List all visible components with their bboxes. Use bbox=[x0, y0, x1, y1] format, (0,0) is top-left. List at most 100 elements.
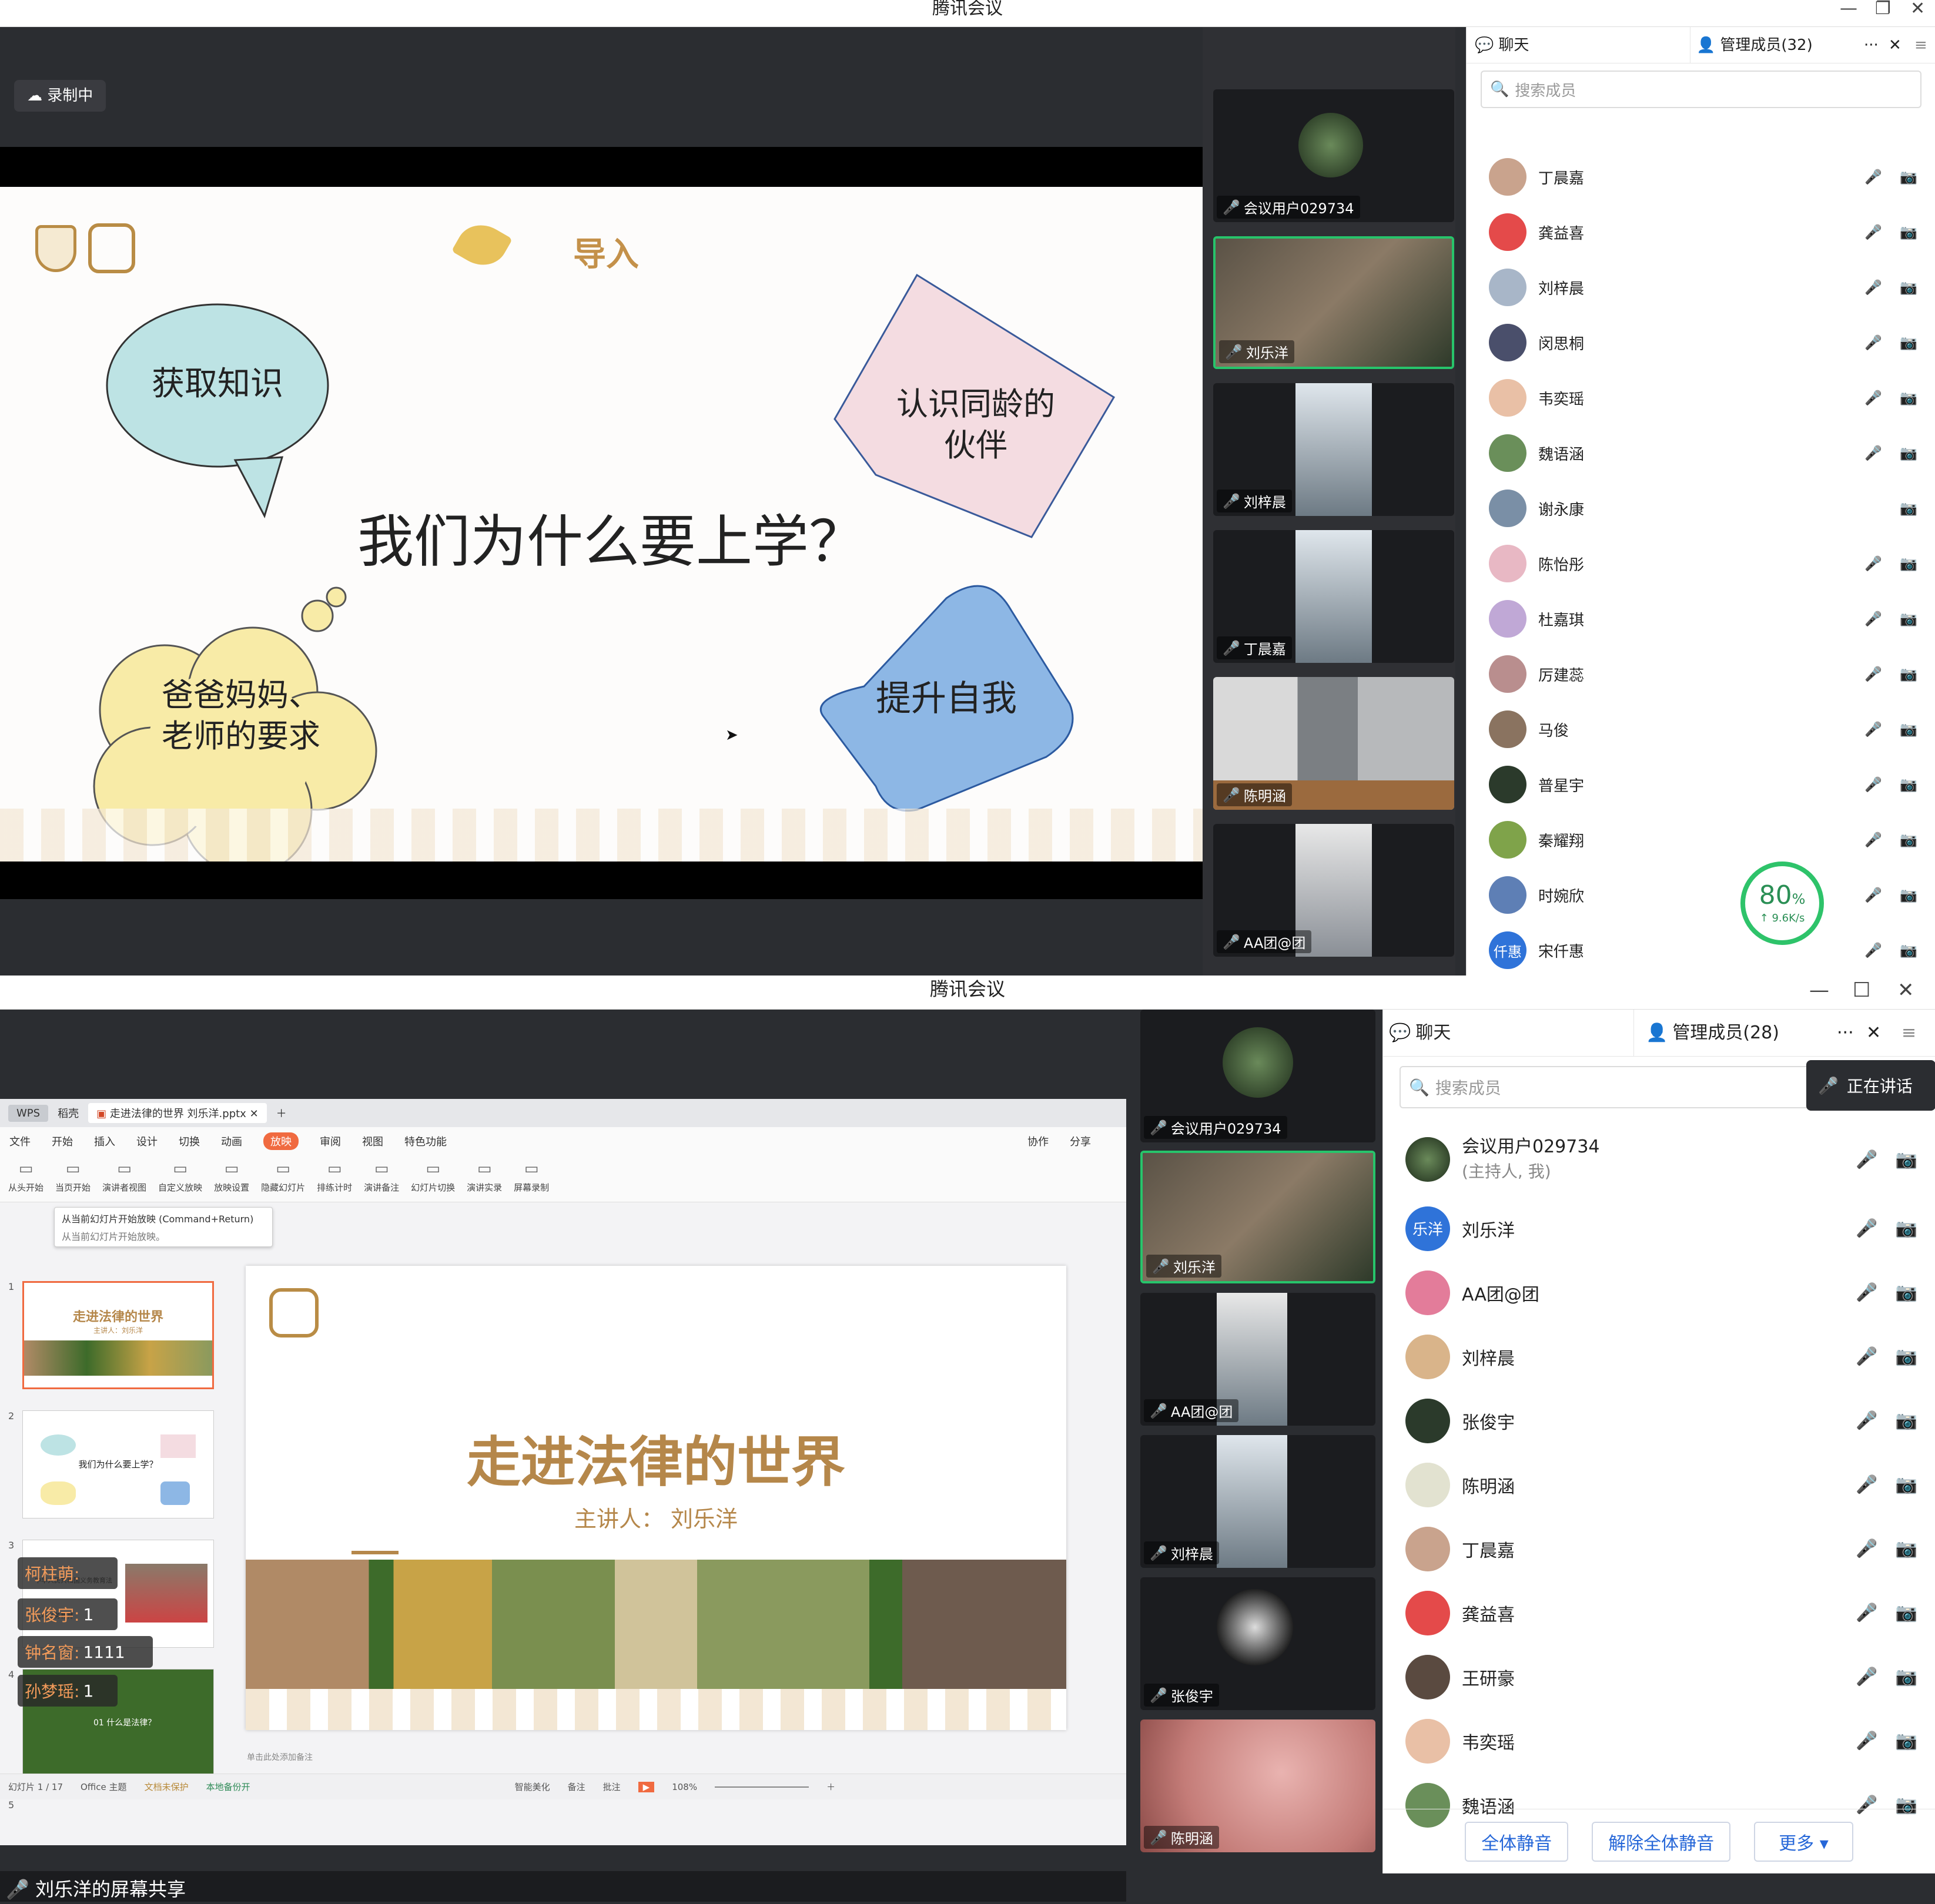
status-protect[interactable]: 文档未保护 bbox=[145, 1781, 189, 1793]
camera-off-icon[interactable]: 📷 bbox=[1900, 832, 1917, 848]
member-row[interactable]: 丁晨嘉 🎤 📷 bbox=[1383, 1517, 1935, 1581]
tab-chat[interactable]: 💬 聊天 bbox=[1475, 27, 1529, 63]
camera-off-icon[interactable]: 📷 bbox=[1900, 721, 1917, 738]
camera-off-icon[interactable]: 📷 bbox=[1900, 776, 1917, 793]
unmute-all-button[interactable]: 解除全体静音 bbox=[1592, 1821, 1731, 1862]
camera-icon[interactable]: 📷 bbox=[1900, 169, 1917, 185]
member-row[interactable]: 谢永康 📷 bbox=[1467, 481, 1935, 536]
video-tile[interactable]: 🎤 AA团@团 bbox=[1140, 1293, 1375, 1426]
camera-icon[interactable]: 📷 bbox=[1896, 1603, 1917, 1623]
camera-off-icon[interactable]: 📷 bbox=[1896, 1149, 1917, 1170]
more-button[interactable]: ··· bbox=[1864, 27, 1879, 63]
member-row[interactable]: 普星宇 🎤 📷 bbox=[1467, 757, 1935, 812]
comment-button[interactable]: 批注 bbox=[603, 1781, 621, 1793]
menu-right-item[interactable]: 协作 bbox=[1027, 1134, 1049, 1149]
member-row[interactable]: 陈明涵 🎤 📷 bbox=[1383, 1453, 1935, 1517]
video-tile[interactable]: 🎤 会议用户029734 bbox=[1140, 1010, 1375, 1142]
mic-muted-icon[interactable]: 🎤 bbox=[1864, 555, 1882, 572]
tab-wps[interactable]: WPS bbox=[8, 1104, 49, 1122]
video-tile[interactable]: 🎤 AA团@团 bbox=[1213, 824, 1454, 957]
mic-muted-icon[interactable]: 🎤 bbox=[1864, 390, 1882, 406]
member-row[interactable]: 厉建蕊 🎤 📷 bbox=[1467, 646, 1935, 702]
mute-all-button[interactable]: 全体静音 bbox=[1465, 1821, 1569, 1862]
member-row[interactable]: 仟惠 宋仟惠 🎤 📷 bbox=[1467, 923, 1935, 976]
camera-icon[interactable]: 📷 bbox=[1896, 1346, 1917, 1367]
slide-canvas[interactable]: 走进法律的世界 主讲人： 刘乐洋 bbox=[246, 1266, 1066, 1730]
close-panel-button[interactable]: ✕ bbox=[1866, 1010, 1881, 1057]
mic-muted-icon[interactable]: 🎤 bbox=[1864, 832, 1882, 848]
slide-thumbnail[interactable]: 中华人民共和国义务教育法九年义务教育 bbox=[22, 1540, 214, 1648]
close-panel-button[interactable]: ✕ bbox=[1889, 27, 1901, 63]
camera-icon[interactable]: 📷 bbox=[1896, 1218, 1917, 1239]
mic-muted-icon[interactable]: 🎤 bbox=[1856, 1538, 1877, 1559]
ribbon-button[interactable]: ▭ 屏幕录制 bbox=[514, 1155, 549, 1202]
ribbon-button[interactable]: ▭ 放映设置 bbox=[214, 1155, 249, 1202]
video-tile[interactable]: 🎤 丁晨嘉 bbox=[1213, 530, 1454, 663]
minimize-button[interactable]: — bbox=[1840, 0, 1857, 18]
mic-muted-icon[interactable]: 🎤 bbox=[1856, 1149, 1877, 1170]
mic-muted-icon[interactable]: 🎤 bbox=[1856, 1667, 1877, 1687]
camera-off-icon[interactable]: 📷 bbox=[1896, 1410, 1917, 1431]
member-row[interactable]: 韦奕瑶 🎤 📷 bbox=[1383, 1709, 1935, 1773]
status-backup[interactable]: 本地备份开 bbox=[206, 1781, 250, 1793]
member-row[interactable]: 龚益喜 🎤 📷 bbox=[1467, 205, 1935, 260]
camera-off-icon[interactable]: 📷 bbox=[1900, 942, 1917, 958]
video-tile[interactable]: 🎤 陈明涵 bbox=[1140, 1719, 1375, 1852]
member-row[interactable]: 闵思桐 🎤 📷 bbox=[1467, 315, 1935, 370]
recording-badge[interactable]: ☁ 录制中 bbox=[14, 80, 106, 112]
menu-icon[interactable]: ≡ bbox=[1901, 1010, 1916, 1057]
ribbon-button[interactable]: ▭ 当页开始 bbox=[55, 1155, 91, 1202]
video-tile[interactable]: 🎤 刘乐洋 bbox=[1140, 1151, 1375, 1283]
camera-off-icon[interactable]: 📷 bbox=[1900, 887, 1917, 903]
notes-area[interactable]: 单击此处添加备注 bbox=[247, 1751, 313, 1763]
camera-icon[interactable]: 📷 bbox=[1896, 1731, 1917, 1751]
member-row[interactable]: 张俊宇 🎤 📷 bbox=[1383, 1389, 1935, 1453]
menu-icon[interactable]: ≡ bbox=[1914, 27, 1927, 63]
menu-item[interactable]: 切换 bbox=[179, 1134, 200, 1149]
camera-icon[interactable]: 📷 bbox=[1900, 334, 1917, 351]
mic-muted-icon[interactable]: 🎤 bbox=[1864, 334, 1882, 351]
search-input[interactable]: 🔍 搜索成员 bbox=[1481, 71, 1921, 108]
video-tile[interactable]: 🎤 刘乐洋 bbox=[1213, 236, 1454, 369]
mic-icon[interactable]: 🎤 bbox=[1856, 1218, 1877, 1239]
ribbon-button[interactable]: ▭ 演讲者视图 bbox=[102, 1155, 146, 1202]
ribbon-button[interactable]: ▭ 排练计时 bbox=[317, 1155, 352, 1202]
menu-item[interactable]: 开始 bbox=[52, 1134, 73, 1149]
menu-item[interactable]: 视图 bbox=[362, 1134, 383, 1149]
zoom-level[interactable]: 108% bbox=[672, 1782, 697, 1792]
mic-muted-icon[interactable]: 🎤 bbox=[1856, 1731, 1877, 1751]
camera-icon[interactable]: 📷 bbox=[1896, 1474, 1917, 1495]
close-button[interactable]: ✕ bbox=[1910, 0, 1925, 18]
mic-icon[interactable]: 🎤 bbox=[1856, 1282, 1877, 1303]
zoom-slider[interactable] bbox=[715, 1786, 809, 1788]
menu-item[interactable]: 动画 bbox=[221, 1134, 242, 1149]
mic-muted-icon[interactable]: 🎤 bbox=[1856, 1603, 1877, 1623]
member-row[interactable]: 丁晨嘉 🎤 📷 bbox=[1467, 149, 1935, 205]
mic-muted-icon[interactable]: 🎤 bbox=[1864, 721, 1882, 738]
camera-icon[interactable]: 📷 bbox=[1900, 445, 1917, 461]
minimize-button[interactable]: — bbox=[1809, 976, 1829, 1005]
ribbon-button[interactable]: ▭ 自定义放映 bbox=[158, 1155, 202, 1202]
restore-button[interactable]: ❐ bbox=[1875, 0, 1891, 18]
camera-off-icon[interactable]: 📷 bbox=[1900, 611, 1917, 627]
menu-item[interactable]: 文件 bbox=[9, 1134, 31, 1149]
member-row[interactable]: 乐洋 刘乐洋 🎤 📷 bbox=[1383, 1196, 1935, 1261]
camera-icon[interactable]: 📷 bbox=[1900, 555, 1917, 572]
tab-pptx[interactable]: ▣ 走进法律的世界 刘乐洋.pptx ✕ bbox=[88, 1103, 267, 1123]
mic-muted-icon[interactable]: 🎤 bbox=[1864, 776, 1882, 793]
video-tile[interactable]: 🎤 陈明涵 bbox=[1213, 677, 1454, 810]
mic-muted-icon[interactable]: 🎤 bbox=[1864, 887, 1882, 903]
video-tile[interactable]: 🎤 会议用户029734 bbox=[1213, 89, 1454, 222]
video-tile[interactable]: 🎤 张俊宇 bbox=[1140, 1577, 1375, 1710]
member-row[interactable]: 时婉欣 🎤 📷 bbox=[1467, 867, 1935, 923]
menu-item[interactable]: 审阅 bbox=[320, 1134, 341, 1149]
ribbon-button[interactable]: ▭ 幻灯片切换 bbox=[411, 1155, 455, 1202]
video-tile[interactable]: 🎤 刘梓晨 bbox=[1140, 1435, 1375, 1568]
ribbon-button[interactable]: ▭ 演讲实录 bbox=[467, 1155, 502, 1202]
menu-item[interactable]: 特色功能 bbox=[404, 1134, 447, 1149]
mic-muted-icon[interactable]: 🎤 bbox=[1864, 224, 1882, 240]
member-row[interactable]: 韦奕瑶 🎤 📷 bbox=[1467, 370, 1935, 425]
camera-icon[interactable]: 📷 bbox=[1900, 500, 1917, 517]
new-tab-button[interactable]: ＋ bbox=[276, 1105, 287, 1121]
member-row[interactable]: 秦耀翔 🎤 📷 bbox=[1467, 812, 1935, 867]
